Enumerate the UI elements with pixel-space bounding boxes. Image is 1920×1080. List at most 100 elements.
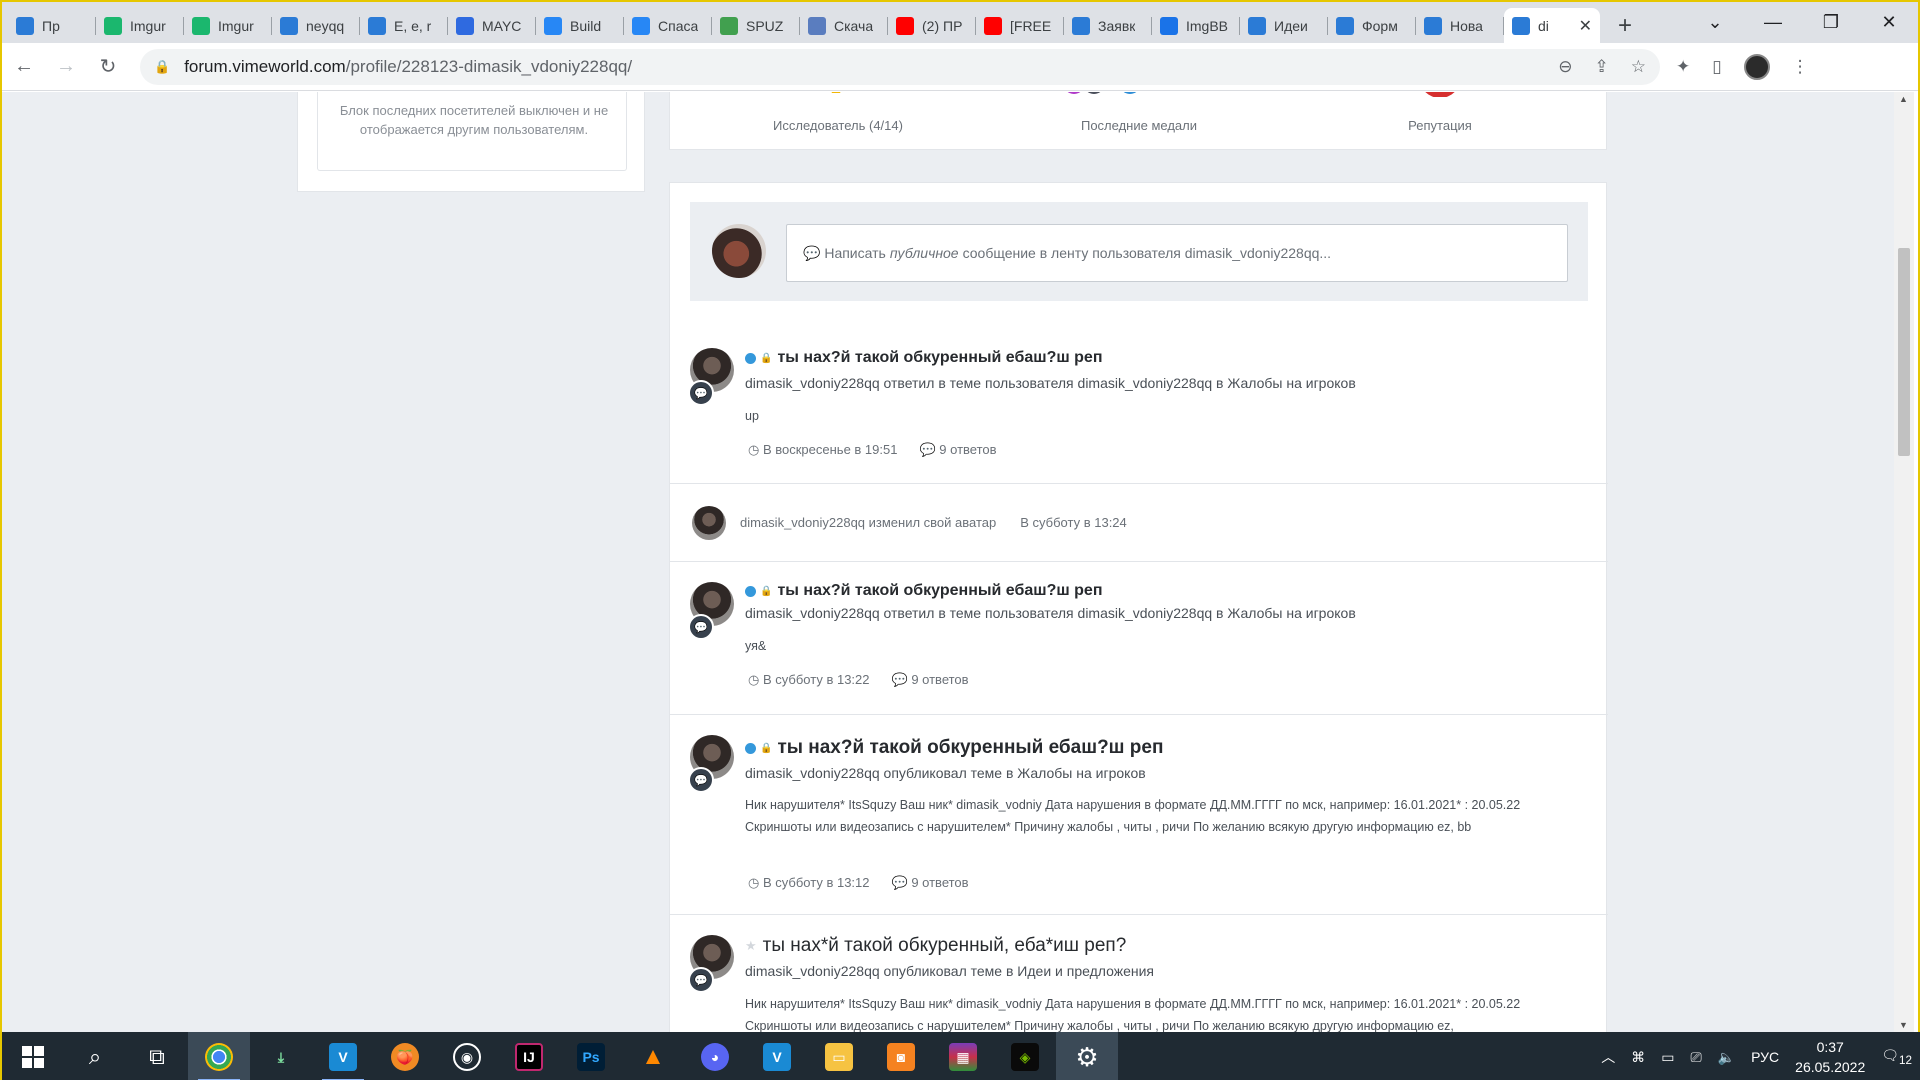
browser-tab[interactable]: Спаса [624, 8, 712, 43]
recent-medals-icons[interactable] [1060, 92, 1220, 104]
close-window-button[interactable]: ✕ [1860, 2, 1918, 43]
forward-button[interactable]: → [46, 47, 86, 87]
winrar-icon[interactable]: ▦ [932, 1032, 994, 1080]
address-bar[interactable]: 🔒 forum.vimeworld.com/profile/228123-dim… [140, 48, 1660, 85]
start-button[interactable] [2, 1032, 64, 1080]
browser-tab[interactable]: Пр [8, 8, 96, 43]
unread-dot-icon [745, 352, 756, 364]
reputation-label[interactable]: Репутация [1290, 118, 1590, 133]
profile-avatar[interactable] [1743, 53, 1770, 80]
author-avatar[interactable]: 💬 [688, 935, 734, 993]
current-user-avatar[interactable] [712, 224, 766, 278]
share-icon[interactable]: ⇪ [1595, 57, 1609, 77]
language-indicator[interactable]: РУС [1751, 1049, 1779, 1065]
browser-tab[interactable]: (2) ПР [888, 8, 976, 43]
recent-medals-label[interactable]: Последние медали [989, 118, 1289, 133]
browser-tab[interactable]: Скача [800, 8, 888, 43]
vimeworld-icon [16, 16, 34, 35]
bookmark-star-icon[interactable]: ☆ [1631, 57, 1646, 77]
volume-icon[interactable]: 🔈 [1718, 1049, 1735, 1066]
minimize-button[interactable]: — [1744, 2, 1802, 43]
fl-studio-icon[interactable]: 🍑 [374, 1032, 436, 1080]
vlc-icon[interactable]: ▲ [622, 1032, 684, 1080]
network-icon[interactable]: ⎚ [1690, 1049, 1701, 1066]
public-message-input[interactable]: 💬 Написать публичное сообщение в ленту п… [786, 224, 1568, 282]
tray-chevron-icon[interactable]: ︿ [1601, 1047, 1615, 1067]
browser-tab[interactable]: Заявк [1064, 8, 1152, 43]
close-tab-icon[interactable]: ✕ [1579, 16, 1592, 36]
scroll-up-icon[interactable]: ▲ [1899, 94, 1908, 104]
feed-item-footer: ◷ В субботу в 13:22 💬 9 ответов [748, 672, 969, 688]
browser-tab[interactable]: Форм [1328, 8, 1416, 43]
task-view-icon[interactable]: ⧉ [126, 1032, 188, 1080]
browser-tab[interactable]: Imgur [184, 8, 272, 43]
feed-item-time[interactable]: ◷ В субботу в 13:12 [748, 875, 870, 891]
feed-mini-time[interactable]: В субботу в 13:24 [1020, 515, 1127, 530]
vimeworld-icon [280, 16, 298, 35]
chrome-icon[interactable] [188, 1032, 250, 1080]
battery-icon[interactable]: ▭ [1661, 1049, 1674, 1066]
browser-tab[interactable]: Нова [1416, 8, 1504, 43]
nvidia-icon[interactable]: ◈ [994, 1032, 1056, 1080]
feed-item-time[interactable]: ◷ В воскресенье в 19:51 [748, 442, 897, 458]
vimeworld-icon[interactable]: V [312, 1032, 374, 1080]
reply-badge-icon: 💬 [688, 614, 714, 640]
camera-app-icon[interactable]: ◙ [870, 1032, 932, 1080]
extensions-icon[interactable]: ✦ [1676, 57, 1690, 77]
feed-item-time[interactable]: ◷ В субботу в 13:22 [748, 672, 870, 688]
author-avatar[interactable]: 💬 [688, 735, 734, 793]
vimeworld-icon [1336, 16, 1354, 35]
side-panel-icon[interactable]: ▯ [1712, 57, 1721, 77]
feed-item-title[interactable]: 🔒 ты нах?й такой обкуренный ебаш?ш реп [745, 582, 1103, 600]
clock[interactable]: 0:37 26.05.2022 [1795, 1037, 1865, 1077]
file-explorer-icon[interactable]: ▭ [808, 1032, 870, 1080]
url-path: /profile/228123-dimasik_vdoniy228qq/ [345, 56, 633, 76]
scrollbar-thumb[interactable] [1898, 248, 1910, 456]
browser-tab[interactable]: MAYC [448, 8, 536, 43]
author-avatar[interactable] [692, 506, 726, 540]
discord-icon[interactable]: ◕ [684, 1032, 746, 1080]
feed-item-replies[interactable]: 💬 9 ответов [892, 672, 969, 688]
feed-mini-text[interactable]: dimasik_vdoniy228qq изменил свой аватар [740, 515, 996, 530]
download-app-icon[interactable]: ⤓ [250, 1032, 312, 1080]
profile-stats-card: Исследователь (4/14) Последние медали Ре… [669, 92, 1607, 150]
browser-tab[interactable]: Imgur [96, 8, 184, 43]
browser-tab[interactable]: Идеи [1240, 8, 1328, 43]
unread-dot-icon [745, 742, 756, 754]
zoom-icon[interactable]: ⊖ [1558, 57, 1572, 77]
webcam-icon[interactable]: ⌘ [1631, 1049, 1645, 1066]
intellij-icon[interactable]: IJ [498, 1032, 560, 1080]
feed-item-title[interactable]: 🔒 ты нах?й такой обкуренный ебаш?ш реп [745, 349, 1103, 367]
vimeworld-icon[interactable]: V [746, 1032, 808, 1080]
scroll-down-icon[interactable]: ▼ [1899, 1020, 1908, 1030]
notifications-icon[interactable]: 🗨12 [1881, 1047, 1912, 1067]
page-scrollbar[interactable]: ▲ ▼ [1894, 92, 1914, 1032]
menu-kebab-icon[interactable]: ⋮ [1792, 57, 1809, 77]
browser-tab[interactable]: ImgBB [1152, 8, 1240, 43]
reputation-badge-icon[interactable] [1419, 92, 1461, 102]
search-icon[interactable]: ⌕ [64, 1032, 126, 1080]
new-tab-button[interactable]: + [1608, 8, 1642, 43]
author-avatar[interactable]: 💬 [688, 582, 734, 640]
back-button[interactable]: ← [4, 47, 44, 87]
reload-button[interactable]: ↻ [88, 47, 128, 87]
author-avatar[interactable]: 💬 [688, 348, 734, 406]
tab-search-icon[interactable]: ⌄ [1686, 2, 1744, 43]
explorer-badge-icon[interactable] [818, 92, 854, 102]
explorer-stat-label[interactable]: Исследователь (4/14) [688, 118, 988, 133]
feed-item-title[interactable]: 🔒 ты нах?й такой обкуренный ебаш?ш реп [745, 737, 1163, 759]
photoshop-icon[interactable]: Ps [560, 1032, 622, 1080]
browser-tab[interactable]: di ✕ [1504, 8, 1600, 43]
feed-item-replies[interactable]: 💬 9 ответов [892, 875, 969, 891]
settings-gear-icon[interactable]: ⚙ [1056, 1032, 1118, 1080]
browser-tab[interactable]: SPUZ [712, 8, 800, 43]
browser-tab[interactable]: neyqq [272, 8, 360, 43]
browser-tab[interactable]: Build [536, 8, 624, 43]
maximize-button[interactable]: ❐ [1802, 2, 1860, 43]
feed-item-replies[interactable]: 💬 9 ответов [919, 442, 996, 458]
browser-tab[interactable]: [FREE [976, 8, 1064, 43]
lock-icon[interactable]: 🔒 [154, 59, 170, 75]
feed-item-title[interactable]: ★ ты нах*й такой обкуренный, еба*иш реп? [745, 935, 1126, 957]
obs-icon[interactable]: ◉ [436, 1032, 498, 1080]
browser-tab[interactable]: E, e, r [360, 8, 448, 43]
